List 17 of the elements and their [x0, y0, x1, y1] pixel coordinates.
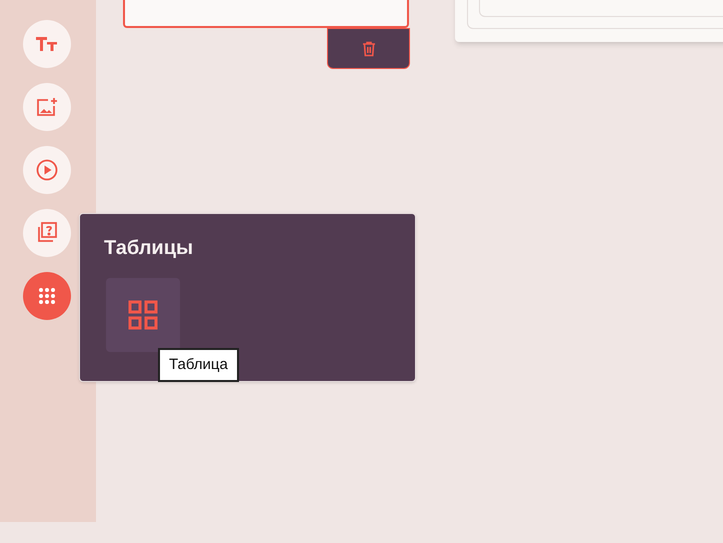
play-icon: [36, 159, 58, 181]
text-size-icon: [36, 36, 58, 52]
table-tile[interactable]: [106, 278, 180, 352]
tool-button[interactable]: [23, 209, 71, 257]
panel-title: Таблицы: [104, 236, 194, 261]
grid-icon: [128, 300, 158, 330]
image-add-icon: [36, 97, 58, 117]
question-cards-icon: [36, 222, 58, 244]
tooltip: Таблица: [158, 348, 239, 382]
delete-button[interactable]: [327, 28, 410, 69]
tool-button[interactable]: [23, 272, 71, 320]
tool-button[interactable]: [23, 146, 71, 194]
tool-button[interactable]: [23, 83, 71, 131]
dots-grid-icon: [38, 287, 56, 305]
trash-icon: [362, 40, 376, 56]
text-block[interactable]: [123, 0, 409, 28]
tool-button[interactable]: [23, 20, 71, 68]
